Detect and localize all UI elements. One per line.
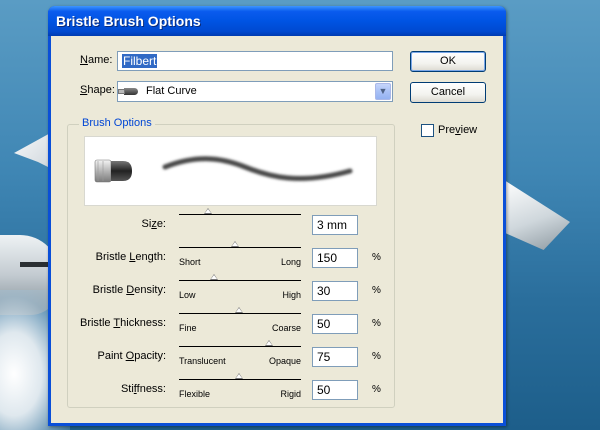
bristle-length-slider-track[interactable] [179,247,301,248]
paint-opacity-label: Paint Opacity: [97,350,167,362]
paint-opacity-unit-label: % [372,351,381,362]
preview-label[interactable]: Preview [438,124,477,136]
bristle-thickness-slider-thumb[interactable] [235,307,243,313]
dialog-title: Bristle Brush Options [56,13,201,29]
shape-select-value: Flat Curve [146,85,197,97]
paint-opacity-max-label: Opaque [268,356,301,366]
bristle-thickness-input[interactable]: 50 [312,314,358,334]
size-slider-thumb[interactable] [204,208,212,214]
brush-preview-box [84,136,377,206]
bristle-density-label: Bristle Density: [92,284,166,296]
size-label: Size: [141,218,166,230]
stiffness-slider-thumb[interactable] [235,373,243,379]
stiffness-slider-track[interactable] [179,379,301,380]
bristle-density-min-label: Low [179,290,196,300]
bristle-thickness-label: Bristle Thickness: [79,317,166,329]
ok-button[interactable]: OK [410,51,486,72]
stiffness-min-label: Flexible [179,389,211,399]
dialog-client-area: Name: Filbert Shape: Flat Curve ▼ OK Can… [51,36,503,423]
bristle-density-slider-thumb[interactable] [210,274,218,280]
bristle-length-label: Bristle Length: [95,251,166,263]
stiffness-max-label: Rigid [280,389,301,399]
name-input[interactable]: Filbert [117,51,393,71]
bristle-length-unit-label: % [372,252,381,263]
name-label: Name: [80,54,113,66]
dialog-titlebar[interactable]: Bristle Brush Options [48,6,506,36]
stiffness-unit-label: % [372,384,381,395]
chevron-down-icon[interactable]: ▼ [375,83,391,100]
preview-checkbox[interactable] [421,124,434,137]
bristle-density-max-label: High [282,290,301,300]
size-input[interactable]: 3 mm [312,215,358,235]
brush-stroke-preview [162,156,353,182]
brush-preview-graphic [94,156,353,183]
bristle-length-max-label: Long [280,257,301,267]
size-slider-track[interactable] [179,214,301,215]
shape-select[interactable]: Flat Curve ▼ [117,81,393,102]
bristle-thickness-slider-track[interactable] [179,313,301,314]
bristle-thickness-min-label: Fine [179,323,197,333]
bristle-brush-options-dialog: Bristle Brush Options Name: Filbert Shap… [48,6,506,426]
bristle-density-input[interactable]: 30 [312,281,358,301]
bristle-density-slider-track[interactable] [179,280,301,281]
shape-label: Shape: [80,84,115,96]
stiffness-input[interactable]: 50 [312,380,358,400]
bristle-length-min-label: Short [179,257,201,267]
paint-opacity-slider-thumb[interactable] [265,340,273,346]
paint-opacity-input[interactable]: 75 [312,347,358,367]
bristle-density-unit-label: % [372,285,381,296]
flat-curve-brush-icon [118,88,138,95]
bristle-thickness-unit-label: % [372,318,381,329]
name-input-selected-text: Filbert [122,54,158,68]
bristle-thickness-max-label: Coarse [271,323,301,333]
stiffness-label: Stiffness: [120,383,166,395]
paint-opacity-slider-track[interactable] [179,346,301,347]
cancel-button[interactable]: Cancel [410,82,486,103]
background-jet-wing-right [504,180,570,250]
brush-options-group-label: Brush Options [79,117,155,129]
bristle-length-slider-thumb[interactable] [231,241,239,247]
paint-opacity-min-label: Translucent [179,356,226,366]
bristle-length-input[interactable]: 150 [312,248,358,268]
brush-tip-icon [94,159,132,183]
